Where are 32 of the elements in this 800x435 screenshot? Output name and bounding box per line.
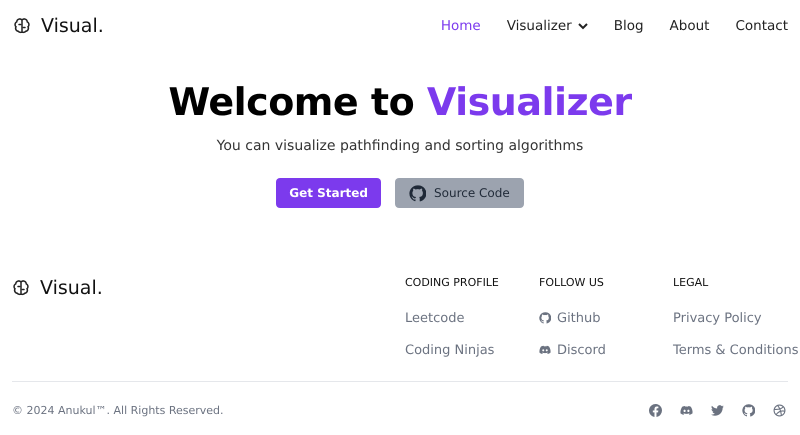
copyright-text: © 2024 Anukul™. All Rights Reserved. [12,404,224,416]
footer-link[interactable]: Discord [539,340,673,360]
github-icon [539,312,551,324]
nav-link[interactable]: Home [440,18,481,34]
footer-link[interactable]: Leetcode [405,308,539,328]
column-heading: LEGAL [673,276,710,291]
discord-icon [539,344,551,356]
footer-link[interactable]: Terms & Conditions [673,340,798,360]
footer-link[interactable]: Privacy Policy [673,308,798,328]
github-icon [409,184,426,202]
column-heading: FOLLOW US [539,276,605,291]
logo-text[interactable]: Visual. [41,15,104,37]
hero-subtitle: You can visualize pathfinding and sorting algorithms [216,138,584,154]
nav-link[interactable]: About [670,18,710,34]
footer-link[interactable]: Coding Ninjas [405,340,539,360]
dribbble-icon[interactable] [773,404,786,416]
nav-link[interactable]: Contact [735,18,788,34]
get-started-button[interactable]: Get Started [276,178,381,208]
github-icon[interactable] [742,404,755,416]
facebook-icon[interactable] [649,404,662,416]
nav-link[interactable]: Blog [614,18,644,34]
brain-icon [12,279,30,297]
nav-link[interactable]: Visualizer [506,18,588,34]
brain-icon [13,17,31,35]
hero-title: Welcome to Visualizer [168,80,632,124]
chevron-down-icon [578,22,588,30]
discord-icon[interactable] [680,404,693,416]
twitter-icon[interactable] [711,404,724,416]
source-code-button[interactable]: Source Code [395,178,524,208]
column-heading: CODING PROFILE [405,276,500,291]
footer-link[interactable]: Github [539,308,673,328]
logo-text[interactable]: Visual. [40,277,103,299]
